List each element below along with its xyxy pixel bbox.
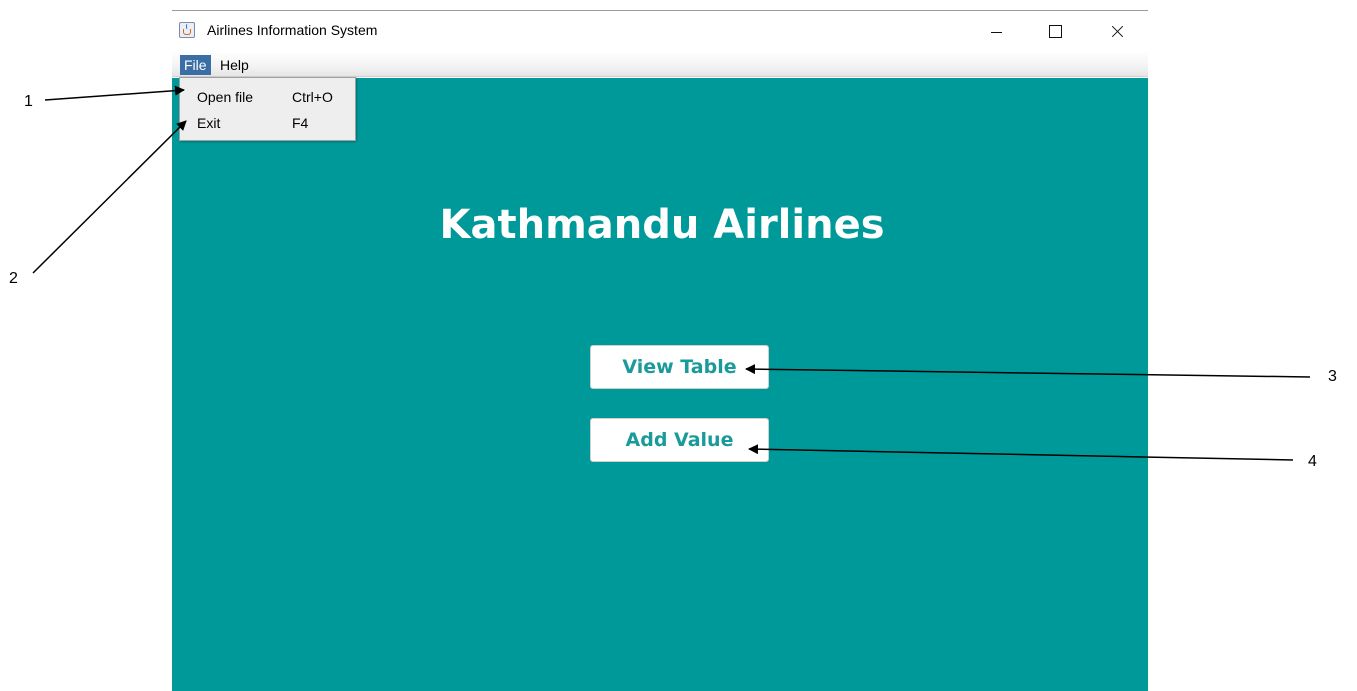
maximize-button[interactable] — [1032, 11, 1076, 51]
menu-item-shortcut: Ctrl+O — [292, 89, 333, 105]
callout-label-4: 4 — [1308, 453, 1317, 470]
app-window: Airlines Information System File Help Ka… — [172, 11, 1148, 691]
menu-file[interactable]: File — [180, 55, 211, 75]
callout-arrow-2 — [32, 120, 187, 274]
close-button[interactable] — [1095, 11, 1139, 51]
menu-item-exit[interactable]: Exit F4 — [180, 112, 355, 138]
title-bar[interactable]: Airlines Information System — [172, 11, 1148, 51]
minimize-button[interactable] — [975, 11, 1019, 51]
menu-item-shortcut: F4 — [292, 115, 309, 131]
menu-item-label: Exit — [197, 115, 221, 131]
page-title: Kathmandu Airlines — [172, 202, 1148, 248]
file-dropdown-menu: Open file Ctrl+O Exit F4 — [179, 77, 356, 141]
menu-bar: File Help — [172, 51, 1148, 77]
view-table-button[interactable]: View Table — [590, 345, 769, 389]
add-value-button[interactable]: Add Value — [590, 418, 769, 462]
callout-label-3: 3 — [1328, 368, 1337, 385]
callout-label-2: 2 — [9, 270, 18, 287]
main-panel: Kathmandu Airlines View Table Add Value — [172, 78, 1148, 691]
java-cup-icon — [179, 22, 195, 38]
callout-label-1: 1 — [24, 93, 33, 110]
callout-arrow-1 — [44, 85, 185, 101]
menu-help[interactable]: Help — [216, 55, 253, 75]
window-title: Airlines Information System — [207, 22, 378, 38]
menu-item-open-file[interactable]: Open file Ctrl+O — [180, 86, 355, 112]
menu-item-label: Open file — [197, 89, 254, 105]
page-title-text: Kathmandu Airlines — [439, 202, 885, 248]
